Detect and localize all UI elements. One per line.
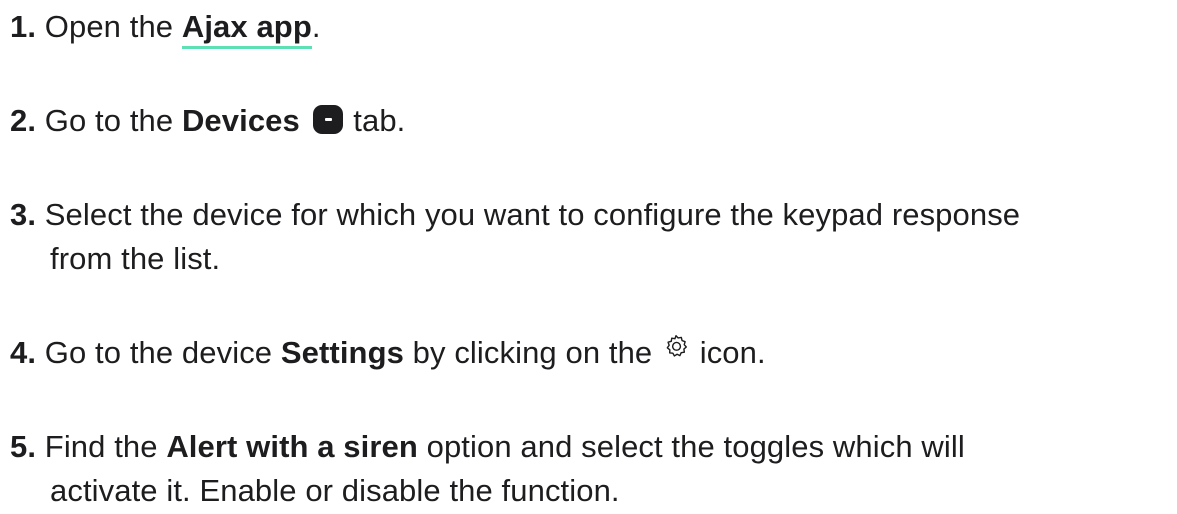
step-text: Go to the device [44, 335, 273, 370]
step-2: 2. Go to the Devices tab. [10, 98, 405, 144]
step-text: icon. [699, 335, 766, 370]
step-number: 3. [10, 197, 37, 232]
ajax-app-link[interactable]: Ajax app [181, 9, 312, 49]
step-4: 4. Go to the device Settings by clicking… [10, 330, 766, 376]
step-text: Select the device for which you want to … [44, 197, 1021, 232]
step-5: 5. Find the Alert with a siren option an… [10, 424, 965, 470]
gear-icon [666, 335, 687, 357]
devices-tab-icon [312, 105, 343, 134]
step-text: tab. [353, 103, 406, 138]
step-number: 2. [10, 103, 37, 138]
step-5-continuation: activate it. Enable or disable the funct… [50, 468, 620, 514]
step-number: 5. [10, 429, 37, 464]
step-text: Open the [44, 9, 174, 44]
step-text: . [311, 9, 321, 44]
step-text: activate it. Enable or disable the funct… [50, 473, 620, 508]
alert-with-siren-label: Alert with a siren [166, 429, 418, 464]
settings-label: Settings [280, 335, 404, 370]
step-text: option and select the toggles which will [426, 429, 965, 464]
step-text: Find the [44, 429, 158, 464]
step-text: Go to the [44, 103, 174, 138]
step-3-continuation: from the list. [50, 236, 220, 282]
step-3: 3. Select the device for which you want … [10, 192, 1020, 238]
step-text: by clicking on the [412, 335, 653, 370]
step-number: 4. [10, 335, 37, 370]
devices-label: Devices [181, 103, 300, 138]
step-1: 1. Open the Ajax app. [10, 4, 321, 50]
step-number: 1. [10, 9, 37, 44]
step-text: from the list. [50, 241, 221, 276]
